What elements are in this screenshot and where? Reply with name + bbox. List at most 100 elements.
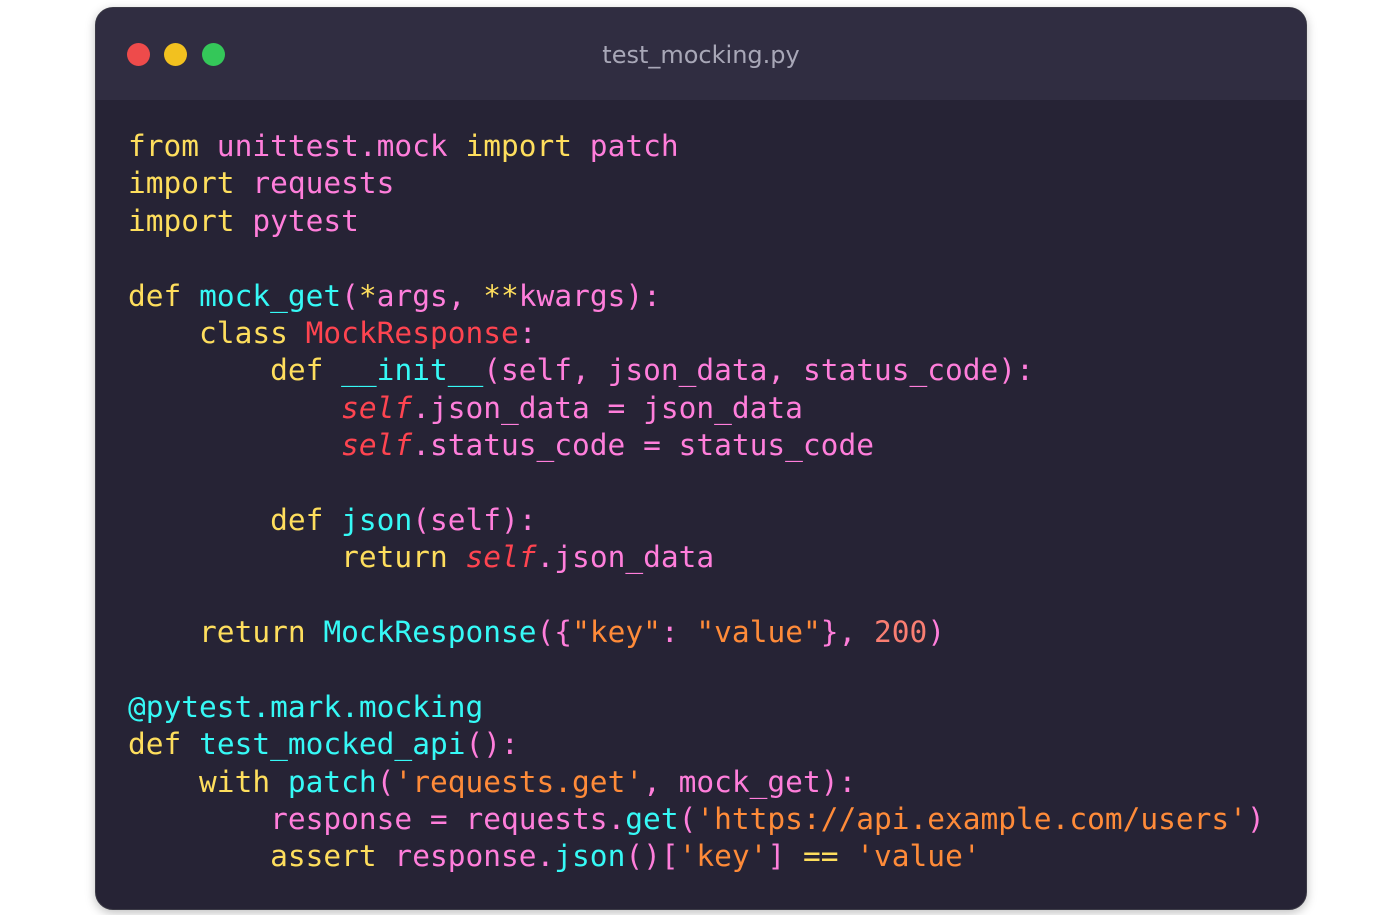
code-line: return self.json_data (128, 539, 1265, 576)
code-token: def (128, 278, 182, 313)
code-token: ) (1246, 802, 1265, 837)
code-token: kwargs): (518, 278, 661, 313)
code-token: def (128, 727, 182, 762)
code-line: self.status_code = status_code (128, 427, 1265, 464)
code-token: self (465, 540, 537, 575)
code-line: from unittest.mock import patch (128, 128, 1265, 165)
code-token: json (554, 839, 626, 874)
code-token: * (358, 278, 377, 313)
code-token: def (270, 502, 324, 537)
code-token: (self, json_data, status_code): (483, 353, 1034, 388)
code-token: import (128, 203, 235, 238)
code-token: : (660, 615, 697, 650)
code-line: @pytest.mark.mocking (128, 689, 1265, 726)
code-window: test_mocking.py from unittest.mock impor… (95, 7, 1307, 910)
code-token: args, (376, 278, 484, 313)
code-token: , mock_get): (643, 764, 857, 799)
code-line: with patch('requests.get', mock_get): (128, 764, 1265, 801)
code-token: get (625, 802, 679, 837)
code-token: test_mocked_api (199, 727, 466, 762)
code-token: self (341, 428, 413, 463)
code-token: requests (234, 166, 395, 201)
code-token: ( (341, 278, 359, 313)
code-token: from (128, 129, 200, 163)
code-line: self.json_data = json_data (128, 390, 1265, 427)
code-line: return MockResponse({"key": "value"}, 20… (128, 614, 1265, 651)
code-token: ({ (536, 615, 573, 650)
code-token: return (341, 540, 448, 575)
code-token: import (128, 166, 235, 201)
code-token: 'https://api.example.com/users' (696, 802, 1247, 837)
window-title: test_mocking.py (602, 41, 800, 69)
code-token: (): (465, 727, 519, 762)
code-token: .status_code = status_code (412, 428, 874, 463)
code-token: }, (820, 615, 875, 650)
code-line: def json(self): (128, 502, 1265, 539)
code-token: response = requests. (128, 802, 626, 837)
code-token: MockResponse (323, 615, 537, 650)
code-line: assert response.json()['key'] == 'value' (128, 838, 1265, 875)
code-token: ( (678, 802, 697, 837)
code-token: 200 (874, 615, 928, 650)
code-token: response. (376, 839, 555, 874)
code-line: class MockResponse: (128, 315, 1265, 352)
code-token: patch (572, 129, 679, 163)
code-token: ( (376, 764, 395, 799)
code-line: import pytest (128, 203, 1265, 240)
code-line: def test_mocked_api(): (128, 726, 1265, 763)
code-token: with (199, 764, 271, 799)
code-token: unittest.mock (199, 129, 466, 163)
code-token: pytest (234, 203, 359, 238)
code-token: import (465, 129, 573, 163)
code-line: import requests (128, 165, 1265, 202)
code-token: .json_data (536, 540, 715, 575)
code-token: mock_get (199, 278, 342, 313)
code-token: ** (483, 278, 519, 313)
code-token: json (341, 502, 413, 537)
code-line: def mock_get(*args, **kwargs): (128, 278, 1265, 315)
code-editor[interactable]: from unittest.mock import patch import re… (128, 128, 1265, 876)
code-token: 'value' (856, 839, 981, 874)
code-token: ()[ (625, 839, 679, 874)
code-token: : (518, 315, 537, 350)
code-token: __init__ (341, 353, 484, 388)
code-line: def __init__(self, json_data, status_cod… (128, 352, 1265, 389)
code-token: ] (767, 839, 803, 874)
code-line: response = requests.get('https://api.exa… (128, 801, 1265, 838)
code-token: "value" (696, 615, 821, 650)
code-token: 'requests.get' (394, 764, 644, 799)
code-token: patch (287, 764, 377, 799)
code-token: class (199, 315, 288, 350)
code-token: 'key' (678, 839, 768, 874)
code-token: .json_data = json_data (412, 390, 803, 425)
code-token: assert (270, 839, 377, 874)
code-token: ) (927, 615, 946, 650)
code-token: @pytest.mark.mocking (128, 689, 484, 724)
code-token: "key" (572, 615, 661, 650)
code-token: self (341, 390, 413, 425)
code-token: def (270, 353, 324, 388)
code-token: return (199, 615, 306, 650)
code-token: MockResponse (305, 315, 519, 350)
code-token: (self): (412, 502, 537, 537)
